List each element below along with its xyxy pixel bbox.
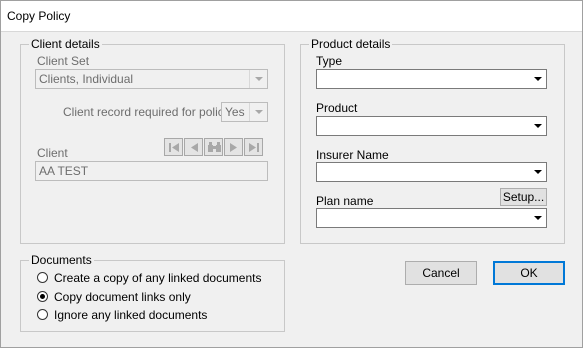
documents-legend: Documents (29, 253, 94, 267)
ignore-documents-radio[interactable] (37, 309, 48, 320)
previous-icon (191, 143, 198, 152)
chevron-down-icon (249, 70, 267, 88)
ok-button[interactable]: OK (493, 261, 565, 285)
ignore-documents-label[interactable]: Ignore any linked documents (54, 308, 207, 322)
chevron-down-icon (529, 117, 546, 135)
client-label: Client (37, 146, 68, 160)
first-icon (169, 143, 179, 152)
find-record-button[interactable] (204, 138, 223, 156)
insurer-name-label: Insurer Name (316, 148, 389, 162)
client-set-select[interactable]: Clients, Individual (35, 69, 268, 89)
cancel-button[interactable]: Cancel (405, 261, 477, 285)
title-bar: Copy Policy (1, 1, 582, 32)
chevron-down-icon (529, 209, 546, 227)
create-copy-radio[interactable] (37, 272, 48, 283)
plan-name-label: Plan name (316, 194, 374, 208)
copy-links-radio[interactable] (37, 291, 48, 302)
type-label: Type (316, 54, 343, 68)
chevron-down-icon (249, 103, 267, 121)
copy-policy-dialog: Copy Policy Client details Client Set Cl… (0, 0, 583, 348)
product-select[interactable] (316, 116, 547, 136)
chevron-down-icon (529, 70, 546, 88)
last-icon (249, 143, 259, 152)
record-required-value: Yes (225, 105, 245, 119)
last-record-button[interactable] (244, 138, 263, 156)
product-label: Product (316, 101, 358, 115)
client-set-value: Clients, Individual (39, 72, 134, 86)
find-icon (208, 142, 221, 152)
client-value: AA TEST (39, 164, 89, 178)
product-details-legend: Product details (309, 37, 393, 51)
insurer-name-select[interactable] (316, 162, 547, 182)
client-set-label: Client Set (37, 54, 90, 68)
chevron-down-icon (529, 163, 546, 181)
next-record-button[interactable] (224, 138, 243, 156)
plan-name-select[interactable] (316, 208, 547, 228)
setup-button[interactable]: Setup... (500, 188, 547, 206)
client-field[interactable]: AA TEST (35, 161, 268, 181)
client-details-legend: Client details (29, 37, 102, 51)
first-record-button[interactable] (164, 138, 183, 156)
next-icon (230, 143, 237, 152)
type-select[interactable] (316, 69, 547, 89)
record-required-label: Client record required for policy? (63, 105, 237, 119)
create-copy-label[interactable]: Create a copy of any linked documents (54, 271, 261, 285)
window-title: Copy Policy (7, 9, 71, 23)
previous-record-button[interactable] (184, 138, 203, 156)
copy-links-label[interactable]: Copy document links only (54, 290, 191, 304)
record-required-select[interactable]: Yes (221, 102, 268, 122)
record-navigation (164, 138, 264, 156)
